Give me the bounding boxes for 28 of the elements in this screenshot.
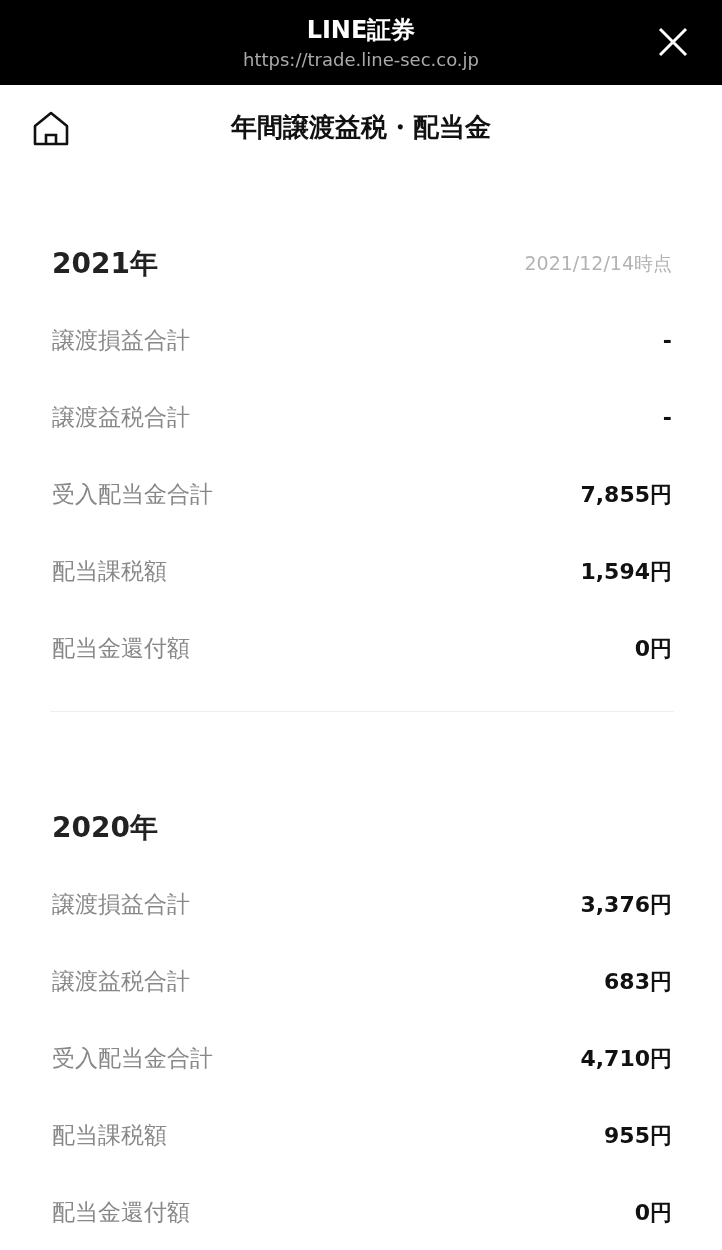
row-value: 1,594円 bbox=[580, 557, 672, 586]
row-value: 0円 bbox=[634, 1198, 672, 1227]
row-value: - bbox=[662, 405, 672, 430]
as-of-date: 2021/12/14時点 bbox=[524, 250, 672, 276]
row-value: 7,855円 bbox=[580, 480, 672, 509]
row-label: 譲渡益税合計 bbox=[52, 967, 190, 996]
browser-title: LINE証券 bbox=[306, 14, 416, 46]
row-value: 955円 bbox=[604, 1121, 672, 1150]
close-button[interactable] bbox=[658, 27, 688, 57]
year-heading: 2021年 bbox=[52, 245, 158, 282]
row-value: - bbox=[662, 328, 672, 353]
row-label: 配当金還付額 bbox=[52, 634, 190, 663]
row-label: 配当金還付額 bbox=[52, 1198, 190, 1227]
page-title: 年間譲渡益税・配当金 bbox=[229, 111, 492, 144]
row-label: 配当課税額 bbox=[52, 557, 167, 586]
home-button[interactable] bbox=[32, 109, 70, 146]
row-value: 683円 bbox=[604, 967, 672, 996]
row-label: 配当課税額 bbox=[52, 1121, 167, 1150]
row-value: 4,710円 bbox=[580, 1044, 672, 1073]
row-label: 譲渡益税合計 bbox=[52, 403, 190, 432]
row-value: 3,376円 bbox=[580, 890, 672, 919]
row-label: 受入配当金合計 bbox=[52, 480, 213, 509]
page-url: https://trade.line-sec.co.jp bbox=[243, 47, 479, 72]
year-heading: 2020年 bbox=[52, 809, 158, 846]
row-label: 譲渡損益合計 bbox=[52, 890, 190, 919]
row-label: 受入配当金合計 bbox=[52, 1044, 213, 1073]
row-label: 譲渡損益合計 bbox=[52, 326, 190, 355]
row-value: 0円 bbox=[634, 634, 672, 663]
